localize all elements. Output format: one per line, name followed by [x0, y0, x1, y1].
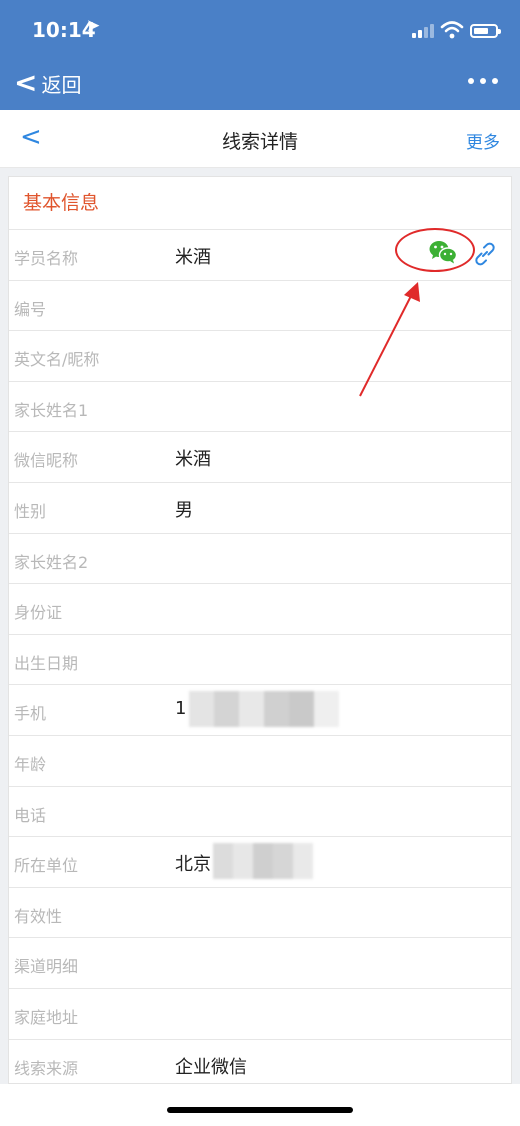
field-label: 线索来源 — [14, 1058, 79, 1078]
redacted-company — [213, 843, 313, 880]
field-value: 企业微信 — [175, 1056, 247, 1078]
location-icon: ➤ — [86, 16, 101, 36]
field-row: 微信昵称 米酒 — [9, 432, 511, 483]
field-row: 学员名称 米酒 — [9, 228, 511, 281]
field-label: 性别 — [14, 501, 47, 521]
field-row: 身份证 — [9, 584, 511, 635]
field-value: 1 — [175, 698, 187, 720]
field-label: 家庭地址 — [14, 1007, 79, 1027]
field-label: 编号 — [14, 299, 47, 319]
field-row: 编号 — [9, 281, 511, 332]
field-row: 线索来源 企业微信 — [9, 1040, 511, 1084]
field-label: 英文名/昵称 — [14, 350, 100, 370]
field-label: 微信昵称 — [14, 451, 79, 471]
field-value: 米酒 — [175, 247, 211, 268]
section-title: 基本信息 — [9, 177, 511, 230]
field-row: 出生日期 — [9, 635, 511, 686]
basic-info-card: 基本信息 学员名称 米酒 编号 英文名/昵称 家长姓名1 微信昵称 米酒 性别 … — [8, 176, 512, 1084]
field-label: 手机 — [14, 704, 47, 724]
link-icon[interactable] — [471, 240, 499, 268]
field-row: 电话 — [9, 787, 511, 838]
redacted-phone — [189, 691, 339, 728]
field-row: 手机 1 — [9, 685, 511, 736]
field-label: 家长姓名1 — [14, 400, 89, 420]
field-label: 电话 — [14, 805, 47, 825]
chevron-left-icon: < — [14, 66, 38, 99]
app-bar: < 返回 — [0, 58, 520, 110]
field-row: 家长姓名1 — [9, 382, 511, 433]
field-label: 身份证 — [14, 603, 63, 623]
field-value: 米酒 — [175, 449, 211, 471]
field-label: 家长姓名2 — [14, 552, 89, 572]
field-label: 年龄 — [14, 754, 47, 774]
page-title: 线索详情 — [221, 131, 298, 153]
field-row: 家庭地址 — [9, 989, 511, 1040]
home-indicator[interactable] — [167, 1107, 353, 1113]
battery-icon — [470, 24, 501, 38]
annotation-arrow — [359, 282, 420, 397]
app-back-label: 返回 — [41, 72, 82, 97]
field-label: 出生日期 — [14, 653, 79, 673]
field-row: 年龄 — [9, 736, 511, 787]
field-label: 有效性 — [14, 906, 63, 926]
field-row: 所在单位 北京 — [9, 837, 511, 888]
signal-icon — [412, 24, 434, 38]
navigation-bar: < 线索详情 更多 — [0, 110, 520, 168]
field-row: 性别 男 — [9, 483, 511, 534]
field-label: 所在单位 — [14, 856, 79, 876]
wifi-icon — [440, 21, 464, 39]
field-row: 有效性 — [9, 888, 511, 939]
field-label: 学员名称 — [14, 249, 79, 268]
field-row: 英文名/昵称 — [9, 331, 511, 382]
field-row: 渠道明细 — [9, 938, 511, 989]
field-value: 北京 — [175, 854, 211, 876]
field-value: 男 — [175, 499, 193, 521]
field-row: 家长姓名2 — [9, 534, 511, 585]
status-bar: 10:14 ➤ — [0, 0, 520, 58]
more-dots-icon[interactable] — [468, 78, 498, 84]
home-indicator-area — [0, 1084, 520, 1126]
wechat-icon[interactable] — [429, 240, 457, 264]
field-label: 渠道明细 — [14, 957, 79, 977]
app-back-button[interactable]: < 返回 — [14, 68, 81, 98]
more-button[interactable]: 更多 — [466, 128, 500, 153]
